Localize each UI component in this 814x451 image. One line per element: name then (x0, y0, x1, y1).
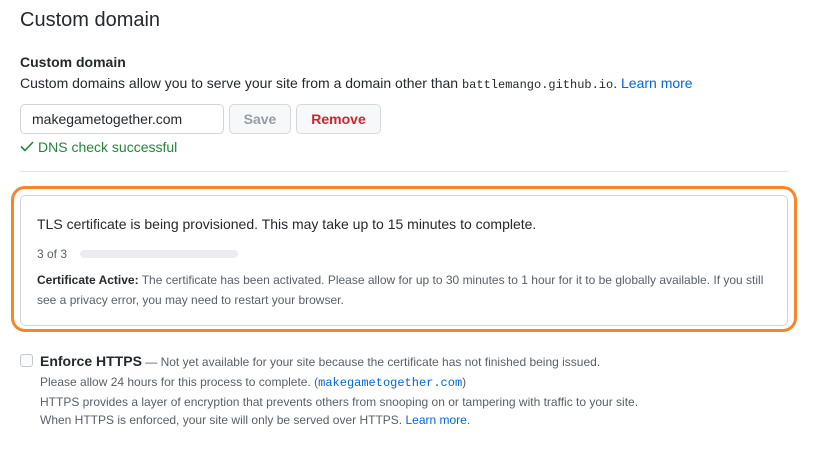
period: . (613, 75, 618, 91)
dns-status: DNS check successful (20, 139, 177, 155)
learn-more-link[interactable]: Learn more (621, 75, 693, 91)
description-text: Custom domains allow you to serve your s… (20, 75, 462, 91)
divider (20, 171, 788, 172)
https-learn-more-link[interactable]: Learn more (405, 413, 466, 427)
enforce-https-unavailable: — Not yet available for your site becaus… (141, 355, 601, 369)
progress-bar (80, 250, 238, 258)
https-description-2-text: When HTTPS is enforced, your site will o… (40, 413, 406, 427)
custom-domain-description: Custom domains allow you to serve your s… (20, 75, 693, 92)
default-domain: battlemango.github.io (461, 78, 614, 92)
page-title: Custom domain (20, 9, 161, 31)
https-description-2: When HTTPS is enforced, your site will o… (40, 413, 470, 427)
close-paren: ) (462, 375, 467, 389)
enforce-https-title: Enforce HTTPS (40, 353, 142, 369)
https-domain: makegametogether.com (318, 376, 463, 390)
period: . (466, 413, 471, 427)
allow-note: Please allow 24 hours for this process t… (40, 375, 466, 390)
dns-status-text: DNS check successful (38, 139, 178, 155)
enforce-https-label: Enforce HTTPS — Not yet available for yo… (40, 353, 600, 369)
custom-domain-input[interactable] (20, 104, 224, 134)
check-icon (20, 141, 34, 152)
progress-step: 3 of 3 (37, 247, 68, 261)
https-description-1: HTTPS provides a layer of encryption tha… (40, 395, 639, 409)
custom-domain-heading: Custom domain (20, 54, 126, 70)
certificate-status-text: The certificate has been activated. Plea… (37, 273, 764, 307)
save-button[interactable]: Save (229, 104, 291, 134)
allow-text: Please allow 24 hours for this process t… (40, 375, 319, 389)
enforce-https-checkbox[interactable] (20, 354, 33, 367)
remove-button[interactable]: Remove (296, 104, 381, 134)
tls-message: TLS certificate is being provisioned. Th… (37, 216, 537, 232)
certificate-status-label: Certificate Active: (37, 273, 139, 287)
certificate-status: Certificate Active: The certificate has … (37, 270, 772, 310)
